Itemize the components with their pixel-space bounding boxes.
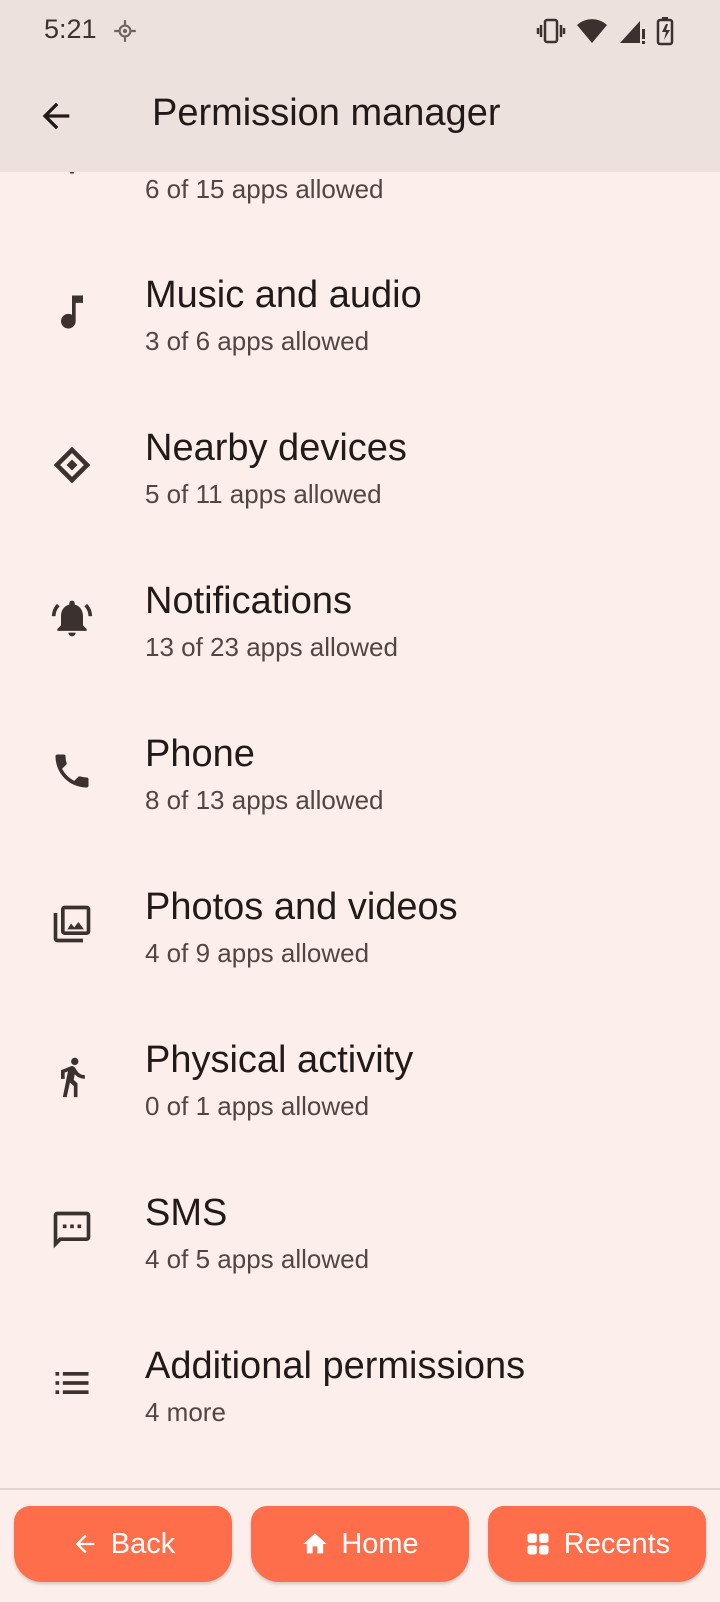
permission-label: Phone bbox=[145, 733, 255, 775]
status-bar: 5:21 bbox=[0, 0, 720, 64]
back-button[interactable]: Back bbox=[14, 1506, 232, 1582]
permission-label: SMS bbox=[145, 1192, 228, 1234]
recents-button-label: Recents bbox=[563, 1527, 671, 1560]
notifications-icon bbox=[50, 596, 94, 640]
partial-icon bbox=[50, 172, 94, 212]
home-button-label: Home bbox=[341, 1527, 419, 1560]
phone-icon bbox=[50, 749, 94, 793]
permission-label: Nearby devices bbox=[145, 427, 407, 469]
recents-button[interactable]: Recents bbox=[488, 1506, 706, 1582]
permission-list: 6 of 15 apps allowed Music and audio 3 o… bbox=[0, 172, 720, 1488]
back-button-label: Back bbox=[110, 1527, 176, 1560]
permission-item-additional[interactable]: Additional permissions 4 more bbox=[0, 1319, 720, 1471]
location-icon bbox=[112, 18, 138, 49]
permission-item-physical-activity[interactable]: Physical activity 0 of 1 apps allowed bbox=[0, 1013, 720, 1165]
permission-summary: 0 of 1 apps allowed bbox=[145, 1091, 370, 1121]
nearby-devices-icon bbox=[50, 443, 94, 487]
photos-icon bbox=[50, 902, 94, 946]
permission-label: Music and audio bbox=[145, 274, 422, 316]
permission-summary: 8 of 13 apps allowed bbox=[145, 785, 384, 815]
permission-summary: 13 of 23 apps allowed bbox=[145, 632, 398, 662]
signal-icon bbox=[618, 17, 646, 50]
home-icon bbox=[303, 1533, 327, 1554]
status-time: 5:21 bbox=[44, 14, 97, 44]
running-person-icon bbox=[50, 1055, 94, 1099]
battery-charging-icon bbox=[656, 16, 674, 51]
permission-item-notifications[interactable]: Notifications 13 of 23 apps allowed bbox=[0, 554, 720, 706]
permission-item-nearby-devices[interactable]: Nearby devices 5 of 11 apps allowed bbox=[0, 401, 720, 553]
sms-icon bbox=[50, 1208, 94, 1252]
permission-item-music[interactable]: Music and audio 3 of 6 apps allowed bbox=[0, 248, 720, 400]
permission-item-photos[interactable]: Photos and videos 4 of 9 apps allowed bbox=[0, 860, 720, 1012]
permission-item-partial[interactable]: 6 of 15 apps allowed bbox=[0, 172, 720, 204]
permission-summary: 6 of 15 apps allowed bbox=[145, 174, 384, 204]
permission-label: Photos and videos bbox=[145, 886, 458, 928]
permission-item-phone[interactable]: Phone 8 of 13 apps allowed bbox=[0, 707, 720, 859]
permission-label: Additional permissions bbox=[145, 1345, 526, 1387]
arrow-back-icon[interactable] bbox=[36, 96, 76, 136]
home-button[interactable]: Home bbox=[251, 1506, 469, 1582]
permission-summary: 4 of 9 apps allowed bbox=[145, 938, 370, 968]
recents-icon bbox=[527, 1533, 549, 1555]
page-title: Permission manager bbox=[152, 92, 501, 134]
status-icons bbox=[536, 16, 674, 51]
navigation-bar: Back Home Recents bbox=[0, 1488, 720, 1602]
list-icon bbox=[50, 1361, 94, 1405]
permission-summary: 5 of 11 apps allowed bbox=[145, 479, 382, 509]
permission-label: Notifications bbox=[145, 580, 352, 622]
permission-summary: 4 more bbox=[145, 1397, 226, 1427]
wifi-icon bbox=[576, 17, 608, 50]
music-note-icon bbox=[50, 290, 94, 334]
permission-label: Physical activity bbox=[145, 1039, 414, 1081]
permission-item-sms[interactable]: SMS 4 of 5 apps allowed bbox=[0, 1166, 720, 1318]
arrow-back-icon bbox=[75, 1534, 95, 1554]
permission-summary: 4 of 5 apps allowed bbox=[145, 1244, 370, 1274]
vibrate-icon bbox=[536, 17, 566, 50]
app-bar: Permission manager bbox=[0, 64, 720, 172]
permission-summary: 3 of 6 apps allowed bbox=[145, 326, 370, 356]
